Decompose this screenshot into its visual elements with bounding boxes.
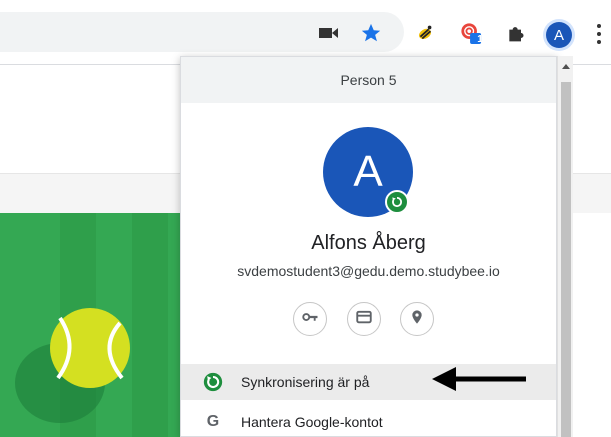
manage-account-label: Hantera Google-kontot <box>241 414 383 430</box>
profile-initial: A <box>553 26 564 44</box>
user-name: Alfons Åberg <box>311 232 426 254</box>
browser-window: 1 A Person 5 A Alfons Åberg svdemostuden… <box>0 0 611 437</box>
browser-toolbar: 1 A <box>0 0 611 64</box>
person-label: Person 5 <box>340 72 397 88</box>
bookmark-star-icon[interactable] <box>360 22 382 44</box>
video-camera-icon[interactable] <box>318 22 340 44</box>
location-pin-icon <box>409 308 425 331</box>
manage-google-account-item[interactable]: G Hantera Google-kontot <box>181 404 556 436</box>
course-card-image <box>0 213 180 437</box>
kebab-menu-icon[interactable] <box>594 24 604 46</box>
profile-avatar-button[interactable]: A <box>546 22 572 48</box>
scroll-up-arrow-icon[interactable] <box>561 62 571 72</box>
google-g-letter: G <box>206 413 220 430</box>
tennis-ball-icon <box>15 308 130 423</box>
extension-badge-icon[interactable]: 1 <box>460 22 483 45</box>
avatar-initial: A <box>353 147 383 196</box>
profile-menu-scrollbar[interactable] <box>557 56 573 437</box>
google-g-icon: G <box>203 412 223 432</box>
puzzle-piece-icon[interactable] <box>505 22 527 44</box>
sync-icon <box>203 372 223 392</box>
studybee-bee-icon[interactable] <box>414 22 436 44</box>
profile-menu-header: Person 5 <box>181 57 556 103</box>
sync-status-icon <box>385 190 409 214</box>
scroll-thumb[interactable] <box>561 82 571 437</box>
credit-card-icon <box>355 308 373 331</box>
key-icon <box>301 308 319 331</box>
sync-label: Synkronisering är på <box>241 374 370 390</box>
user-email: svdemostudent3@gedu.demo.studybee.io <box>237 263 500 279</box>
annotation-arrow-icon <box>432 367 526 391</box>
extension-badge-count: 1 <box>477 34 483 45</box>
payment-methods-button[interactable] <box>347 302 381 336</box>
passwords-button[interactable] <box>293 302 327 336</box>
address-bar[interactable] <box>0 12 404 52</box>
addresses-button[interactable] <box>400 302 434 336</box>
